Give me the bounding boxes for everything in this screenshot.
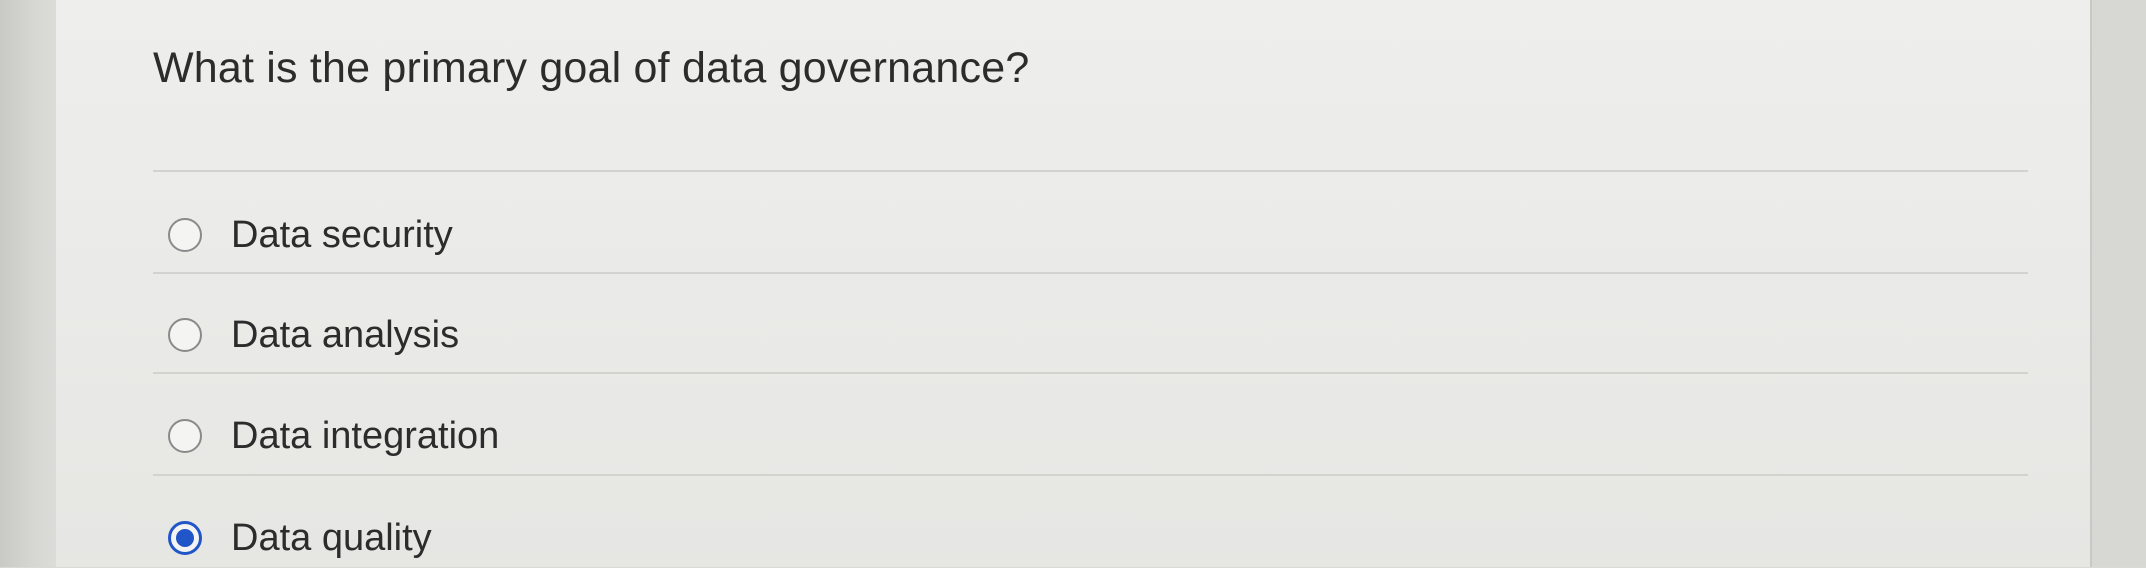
- option-data-security[interactable]: Data security: [168, 205, 453, 265]
- radio-button-checked[interactable]: [168, 521, 202, 555]
- divider: [153, 474, 2028, 476]
- option-label: Data quality: [231, 516, 432, 559]
- radio-button-unchecked[interactable]: [168, 318, 202, 352]
- radio-dot-icon: [176, 529, 194, 547]
- option-label: Data integration: [231, 414, 500, 457]
- option-data-analysis[interactable]: Data analysis: [168, 305, 459, 365]
- question-text: What is the primary goal of data governa…: [153, 44, 1030, 92]
- radio-button-unchecked[interactable]: [168, 218, 202, 252]
- radio-button-unchecked[interactable]: [168, 419, 202, 453]
- divider: [153, 272, 2028, 274]
- divider: [153, 372, 2028, 374]
- option-label: Data analysis: [231, 313, 460, 356]
- option-data-integration[interactable]: Data integration: [168, 406, 499, 466]
- right-margin: [2090, 0, 2146, 567]
- left-margin: [0, 0, 57, 567]
- option-data-quality[interactable]: Data quality: [168, 508, 432, 568]
- option-label: Data security: [231, 213, 453, 256]
- divider: [153, 170, 2028, 172]
